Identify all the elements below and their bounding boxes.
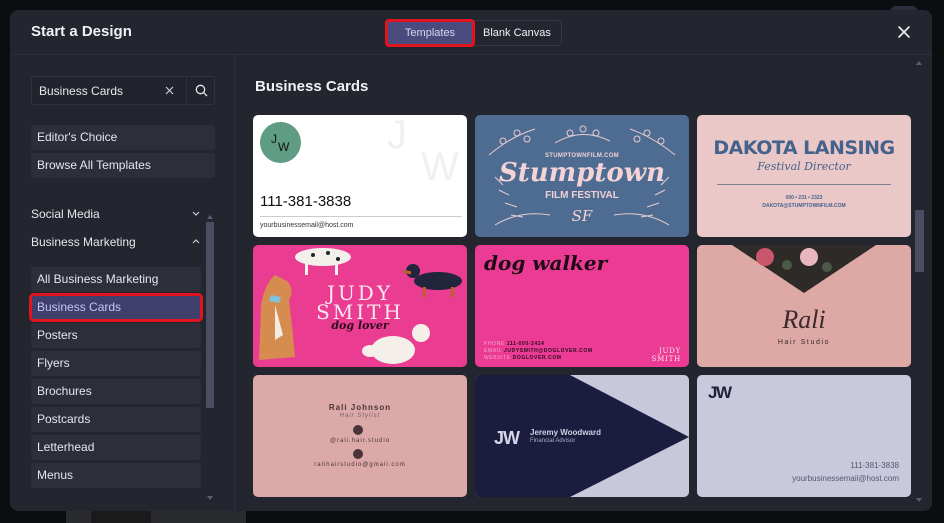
- card-role: Festival Director: [757, 160, 851, 173]
- clear-search-icon[interactable]: [163, 84, 176, 97]
- card-name: DAKOTA LANSING: [713, 137, 895, 159]
- template-card[interactable]: J W JW 111-381-3838 yourbusinessemail@ho…: [253, 115, 467, 237]
- main-scrollbar[interactable]: [915, 210, 924, 272]
- card-name: Rali: [782, 305, 826, 334]
- sidebar-item-brochures[interactable]: Brochures: [31, 379, 201, 404]
- sidebar-item-all-business-marketing[interactable]: All Business Marketing: [31, 267, 201, 292]
- card-subtitle: FILM FESTIVAL: [545, 190, 619, 201]
- scroll-up-arrow[interactable]: [207, 215, 213, 219]
- mode-tabs: Templates Blank Canvas: [385, 19, 562, 47]
- scroll-down-arrow[interactable]: [207, 496, 213, 500]
- sidebar: Editor's Choice Browse All Templates Soc…: [10, 55, 235, 511]
- card-name: Stumptown: [498, 158, 666, 188]
- watermark: J: [387, 115, 407, 157]
- close-icon[interactable]: [897, 25, 911, 39]
- card-heading: dog walker: [484, 251, 608, 275]
- card-phone: PHONE 111-000-2424: [484, 341, 545, 347]
- modal-header: Start a Design Templates Blank Canvas: [10, 10, 932, 55]
- tab-templates[interactable]: Templates: [385, 19, 475, 47]
- card-email: yourbusinessemail@host.com: [792, 474, 899, 483]
- section-title: Business Cards: [255, 78, 369, 95]
- sidebar-item-menus[interactable]: Menus: [31, 463, 201, 488]
- sidebar-item-browse-all[interactable]: Browse All Templates: [31, 153, 215, 178]
- email-icon: [353, 449, 363, 459]
- card-phone: 000 • 231 • 2323: [785, 195, 823, 201]
- card-role: Financial Advisor: [530, 438, 576, 444]
- chevron-up-icon: [191, 232, 201, 252]
- watermark: W: [421, 145, 459, 189]
- search-input[interactable]: [32, 77, 182, 104]
- section-label: Business Marketing: [31, 235, 136, 249]
- sidebar-item-posters[interactable]: Posters: [31, 323, 201, 348]
- template-card[interactable]: Rali Hair Studio: [697, 245, 911, 367]
- card-tagline: dog lover: [331, 319, 389, 332]
- divider: [260, 216, 462, 217]
- card-email: EMAIL JUDYSMITH@DOGLOVER.COM: [484, 348, 593, 354]
- card-subtitle: Hair Studio: [777, 339, 831, 346]
- card-website: WEBSITE DOGLOVER.COM: [484, 355, 562, 361]
- sidebar-item-postcards[interactable]: Postcards: [31, 407, 201, 432]
- template-card[interactable]: STUMPTOWNFILM.COM Stumptown FILM FESTIVA…: [475, 115, 689, 237]
- section-social-media[interactable]: Social Media: [31, 204, 201, 224]
- template-card[interactable]: DAKOTA LANSING Festival Director 000 • 2…: [697, 115, 911, 237]
- template-card[interactable]: dog walker PHONE 111-000-2424 EMAIL JUDYSM…: [475, 245, 689, 367]
- search-button[interactable]: [186, 77, 215, 104]
- divider: [717, 184, 891, 185]
- card-phone: 111-381-3838: [850, 461, 899, 470]
- template-card[interactable]: JW 111-381-3838 yourbusinessemail@host.c…: [697, 375, 911, 497]
- tab-blank-canvas[interactable]: Blank Canvas: [473, 21, 561, 45]
- card-role: Hair Stylist: [339, 413, 381, 419]
- main-content: Business Cards J W JW 111-381-3838 yourb…: [235, 55, 932, 511]
- card-email: ralihairstudio@gmail.com: [314, 462, 406, 468]
- start-design-modal: Start a Design Templates Blank Canvas Ed…: [10, 10, 932, 511]
- template-card[interactable]: JW Jeremy Woodward Financial Advisor: [475, 375, 689, 497]
- card-signature-line2: SMITH: [651, 355, 681, 363]
- section-label: Social Media: [31, 207, 100, 221]
- card-name: Jeremy Woodward: [530, 428, 601, 437]
- search-box: [31, 76, 215, 105]
- card-phone: 111-381-3838: [260, 193, 352, 210]
- main-scroll-down-arrow[interactable]: [916, 498, 922, 502]
- template-card[interactable]: Rali Johnson Hair Stylist @rali.hair.stu…: [253, 375, 467, 497]
- logo: JW: [260, 122, 301, 163]
- card-name: Rali Johnson: [328, 403, 392, 412]
- sidebar-item-business-cards[interactable]: Business Cards: [29, 293, 203, 322]
- card-monogram: SF: [571, 207, 593, 225]
- sidebar-item-flyers[interactable]: Flyers: [31, 351, 201, 376]
- sidebar-scrollbar[interactable]: [206, 222, 214, 408]
- sidebar-item-editors-choice[interactable]: Editor's Choice: [31, 125, 215, 150]
- sidebar-item-letterhead[interactable]: Letterhead: [31, 435, 201, 460]
- card-monogram: JW: [708, 383, 732, 402]
- card-handle: @rali.hair.studio: [329, 438, 391, 444]
- template-card[interactable]: JUDY SMITH dog lover: [253, 245, 467, 367]
- card-email: DAKOTA@STUMPTOWNFILM.COM: [762, 203, 846, 209]
- card-signature-line1: JUDY: [658, 347, 681, 355]
- modal-title: Start a Design: [31, 23, 132, 40]
- card-email: yourbusinessemail@host.com: [260, 222, 354, 229]
- main-scroll-up-arrow[interactable]: [916, 61, 922, 65]
- instagram-icon: [353, 425, 363, 435]
- search-icon: [195, 84, 208, 97]
- section-business-marketing[interactable]: Business Marketing: [31, 232, 201, 252]
- card-monogram: JW: [494, 428, 520, 448]
- chevron-down-icon: [191, 204, 201, 224]
